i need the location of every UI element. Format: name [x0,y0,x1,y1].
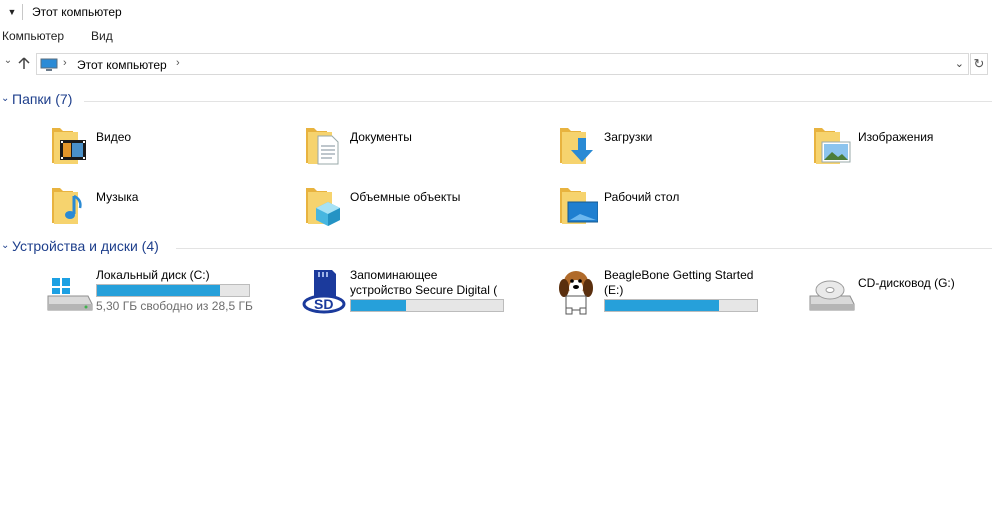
sd-card-icon: SD [300,268,350,318]
drive-sd[interactable]: SD Запоминающее устройство Secure Digita… [300,268,554,326]
documents-folder-icon [304,122,352,170]
drive-usage-fill [605,300,719,311]
group-header-devices[interactable]: ⌄ Устройства и диски (4) [0,238,992,258]
drive-g-cd[interactable]: CD-дисковод (G:) [808,268,992,326]
arrow-up-icon[interactable] [16,56,32,72]
drive-label: Запоминающее устройство Secure Digital ( [350,268,497,298]
folder-label: Видео [96,130,132,144]
beagle-dog-icon [554,268,604,318]
drive-label-line2: устройство Secure Digital ( [350,283,498,297]
folder-videos[interactable]: Видео [50,122,300,178]
folder-pictures[interactable]: Изображения [812,122,992,178]
drive-usage-bar [96,284,250,297]
divider [84,101,992,102]
divider [22,4,23,20]
folder-label: Рабочий стол [604,190,680,204]
group-title: Папки (7) [12,91,73,107]
windows-drive-icon [46,268,96,318]
chevron-down-icon[interactable]: ⌄ [1,240,9,251]
pictures-folder-icon [812,122,860,170]
drive-label: BeagleBone Getting Started (E:) [604,268,753,298]
address-bar[interactable]: › Этот компьютер › ⌄ [36,53,969,75]
breadcrumb[interactable]: Этот компьютер [77,58,167,72]
drive-usage-fill [351,300,406,311]
drive-label: Локальный диск (C:) [96,268,210,282]
folder-desktop[interactable]: Рабочий стол [558,182,808,238]
refresh-icon[interactable]: ↻ [970,53,988,75]
folder-3d-objects[interactable]: Объемные объекты [304,182,554,238]
group-header-folders[interactable]: ⌄ Папки (7) [0,91,992,111]
title-bar: ▼ Этот компьютер [0,0,992,24]
drive-c[interactable]: Локальный диск (C:) 5,30 ГБ свободно из … [46,268,300,326]
recent-locations-chevron-icon[interactable]: ⌄ [0,55,16,71]
tab-computer[interactable]: Компьютер [2,29,64,43]
computer-icon [40,58,58,75]
group-title: Устройства и диски (4) [12,238,159,254]
folder-label: Изображения [858,130,934,144]
desktop-folder-icon [558,182,606,230]
downloads-folder-icon [558,122,606,170]
folder-label: Объемные объекты [350,190,461,204]
folder-label: Загрузки [604,130,653,144]
divider [176,248,992,249]
videos-folder-icon [50,122,98,170]
drive-label: CD-дисковод (G:) [858,276,955,290]
drive-label-line1: Запоминающее [350,268,438,282]
folder-label: Музыка [96,190,139,204]
chevron-down-icon[interactable]: ⌄ [1,93,9,104]
svg-text:SD: SD [314,296,333,312]
folder-music[interactable]: Музыка [50,182,300,238]
tab-view[interactable]: Вид [91,29,113,43]
drive-label-line2: (E:) [604,283,624,297]
folder-label: Документы [350,130,412,144]
drive-e-beaglebone[interactable]: BeagleBone Getting Started (E:) [554,268,808,326]
music-folder-icon [50,182,98,230]
drive-usage-bar [604,299,758,312]
drive-usage-bar [350,299,504,312]
drive-label-line1: BeagleBone Getting Started [604,268,754,282]
window-title: Этот компьютер [32,5,122,19]
breadcrumb-chevron-icon[interactable]: › [63,57,67,69]
chevron-down-icon[interactable]: ▼ [6,6,18,18]
cd-drive-icon [808,268,858,318]
chevron-down-icon[interactable]: ⌄ [955,57,964,70]
3d-objects-folder-icon [304,182,352,230]
drive-usage-fill [97,285,221,296]
folder-downloads[interactable]: Загрузки [558,122,808,178]
folder-documents[interactable]: Документы [304,122,554,178]
address-row: ⌄ › Этот компьютер › ⌄ ↻ [0,52,992,76]
breadcrumb-chevron-icon[interactable]: › [176,57,180,69]
drive-free-space: 5,30 ГБ свободно из 28,5 ГБ [96,299,253,313]
